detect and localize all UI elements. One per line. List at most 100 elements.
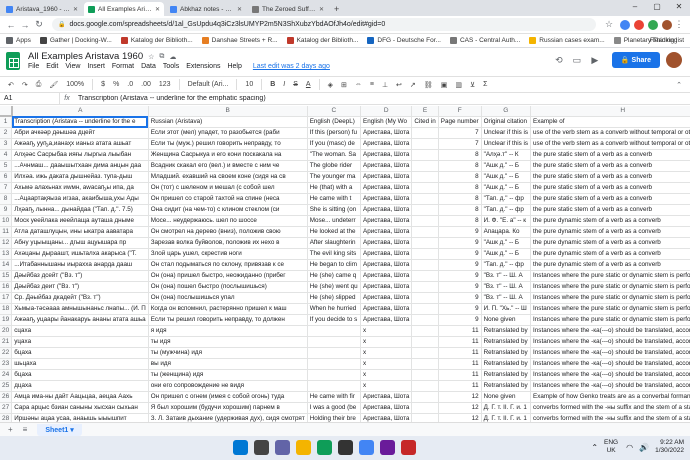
cell[interactable]: the pure dynamic stem of a verb as a con… xyxy=(530,237,690,250)
extension-icon[interactable] xyxy=(620,19,630,30)
cell[interactable] xyxy=(307,358,362,371)
cell[interactable]: Дәыйбаз дсейт ("Вз. т") xyxy=(11,270,149,283)
row-header[interactable]: 16 xyxy=(0,281,13,294)
cell[interactable]: She is sitting (on xyxy=(307,204,362,217)
browser-tab[interactable]: All Examples Aristava 1960 - Go✕ xyxy=(84,2,164,16)
row-header[interactable]: 21 xyxy=(0,336,13,349)
clock[interactable]: 9:22 AM 1/30/2022 xyxy=(655,439,684,455)
app-icon[interactable] xyxy=(380,440,395,455)
cell[interactable]: "Ашк д." -- Б xyxy=(481,160,532,173)
cell[interactable]: x xyxy=(360,325,413,338)
link-icon[interactable]: ⛓ xyxy=(424,81,433,89)
row-header[interactable]: 27 xyxy=(0,402,13,415)
cell[interactable]: ...Ацаартақяыза игзаа, акаибыша,ухы Ады xyxy=(11,193,149,206)
cell[interactable]: 9 xyxy=(438,303,482,316)
increase-decimal-button[interactable]: .00 xyxy=(141,81,151,88)
cell[interactable]: 8 xyxy=(438,149,482,162)
minimize-icon[interactable]: – xyxy=(624,0,646,14)
cell[interactable]: Всадник скакал его (вел.) и вместе с ним… xyxy=(148,160,308,173)
cell[interactable]: они его сопровождение не видя xyxy=(148,380,308,393)
cell[interactable]: If you (masc) de xyxy=(307,138,362,151)
cell[interactable]: я идя xyxy=(148,325,308,338)
cell[interactable]: Russian (Aristava) xyxy=(148,116,308,129)
row-header[interactable]: 18 xyxy=(0,303,13,316)
cell[interactable] xyxy=(411,314,439,327)
cell[interactable]: converbs formed with the -ны suffix and … xyxy=(530,413,690,422)
history-icon[interactable]: ⟲ xyxy=(552,53,566,67)
cell[interactable]: Аристава, Шота xyxy=(360,226,413,239)
cell[interactable]: Иршәны ацаа усаа, анаышь ыыышпит xyxy=(11,413,149,422)
cell[interactable]: Аристава, Шота xyxy=(360,303,413,316)
cell[interactable] xyxy=(411,270,439,283)
cell[interactable]: the pure static stem of a verb as a conv… xyxy=(530,193,690,206)
cell[interactable]: x xyxy=(360,336,413,349)
wrap-icon[interactable]: ↩ xyxy=(396,81,402,89)
cell[interactable]: Аристава, Шота xyxy=(360,149,413,162)
cell[interactable]: Д. Г. т. II. Г. и. 1 xyxy=(481,413,532,422)
cell[interactable]: 11 xyxy=(438,325,482,338)
cell[interactable]: Апацара. Ко xyxy=(481,226,532,239)
cell[interactable] xyxy=(411,160,439,173)
cell[interactable]: Mose... undeterr xyxy=(307,215,362,228)
column-header[interactable]: E xyxy=(411,106,439,117)
cell[interactable] xyxy=(411,391,439,404)
cell[interactable]: бцаха xyxy=(11,369,149,382)
cell[interactable]: Retranslated by xyxy=(481,380,532,393)
cell[interactable]: He came with t xyxy=(307,193,362,206)
cell[interactable]: 12 xyxy=(438,402,482,415)
cell[interactable]: сцаха xyxy=(11,325,149,338)
font-size-select[interactable]: 10 xyxy=(245,81,253,88)
column-header[interactable]: C xyxy=(307,106,362,117)
cell[interactable]: 9 xyxy=(438,248,482,261)
row-header[interactable]: 12 xyxy=(0,237,13,250)
cell[interactable]: Аристава, Шота xyxy=(360,171,413,184)
cell[interactable]: He (that) with a xyxy=(307,182,362,195)
browser-tab[interactable]: The Zeroed Suffix in the Ab...✕ xyxy=(248,2,328,16)
cell[interactable]: x xyxy=(360,358,413,371)
cell[interactable]: дцаха xyxy=(11,380,149,393)
bookmark-item[interactable]: DFG - Deutsche For... xyxy=(367,37,441,44)
avatar[interactable] xyxy=(666,52,682,68)
paint-format-icon[interactable]: 🖌 xyxy=(49,81,58,89)
cell[interactable] xyxy=(411,182,439,195)
menu-item[interactable]: View xyxy=(65,63,80,70)
close-tab-icon[interactable]: ✕ xyxy=(73,6,78,13)
cell[interactable]: Аристава, Шота xyxy=(360,127,413,140)
cell[interactable]: the pure static stem of a verb as a conv… xyxy=(530,204,690,217)
cell[interactable] xyxy=(411,138,439,151)
row-header[interactable]: 13 xyxy=(0,248,13,261)
cell[interactable]: Он (она) пошел быстро (послышишься) xyxy=(148,281,308,294)
cell[interactable]: ...Итабаннышаны иырахха анарда дааш xyxy=(11,259,149,272)
cell[interactable]: Ср. Дәыйбаз дкадейт ("Вз. т") xyxy=(11,292,149,305)
zoom-select[interactable]: 100% xyxy=(66,81,84,88)
cell[interactable] xyxy=(411,369,439,382)
fill-color-icon[interactable]: ◈ xyxy=(328,81,333,89)
row-header[interactable]: 10 xyxy=(0,215,13,228)
cell[interactable]: Аристава, Шота xyxy=(360,270,413,283)
cell[interactable]: Аристава, Шота xyxy=(360,193,413,206)
cell[interactable]: The evil king sits xyxy=(307,248,362,261)
cell[interactable]: 7 xyxy=(438,138,482,151)
cell[interactable]: "The woman. Sa xyxy=(307,149,362,162)
cell[interactable]: 8 xyxy=(438,215,482,228)
cell[interactable] xyxy=(307,325,362,338)
undo-icon[interactable]: ↶ xyxy=(8,81,14,89)
strikethrough-button[interactable]: S xyxy=(293,81,298,88)
cell[interactable] xyxy=(411,325,439,338)
cell[interactable]: After slaughterin xyxy=(307,237,362,250)
cell[interactable] xyxy=(411,336,439,349)
cell[interactable]: converbs formed with the -ны suffix and … xyxy=(530,402,690,415)
functions-icon[interactable]: Σ xyxy=(483,81,487,88)
cell[interactable] xyxy=(411,402,439,415)
row-header[interactable]: 17 xyxy=(0,292,13,305)
cell[interactable] xyxy=(411,248,439,261)
cell[interactable]: Instances where the -ка(---о) should be … xyxy=(530,380,690,393)
rotate-icon[interactable]: ↗ xyxy=(410,81,416,89)
cell[interactable]: English (DeepL) xyxy=(307,116,362,129)
cell[interactable]: the pure static stem of a verb as a conv… xyxy=(530,149,690,162)
cell[interactable]: None given xyxy=(481,391,532,404)
cell[interactable] xyxy=(411,303,439,316)
italic-button[interactable]: I xyxy=(283,81,285,88)
bookmark-item[interactable]: Katalog der Biblioth... xyxy=(286,37,358,44)
row-header[interactable]: 26 xyxy=(0,391,13,404)
